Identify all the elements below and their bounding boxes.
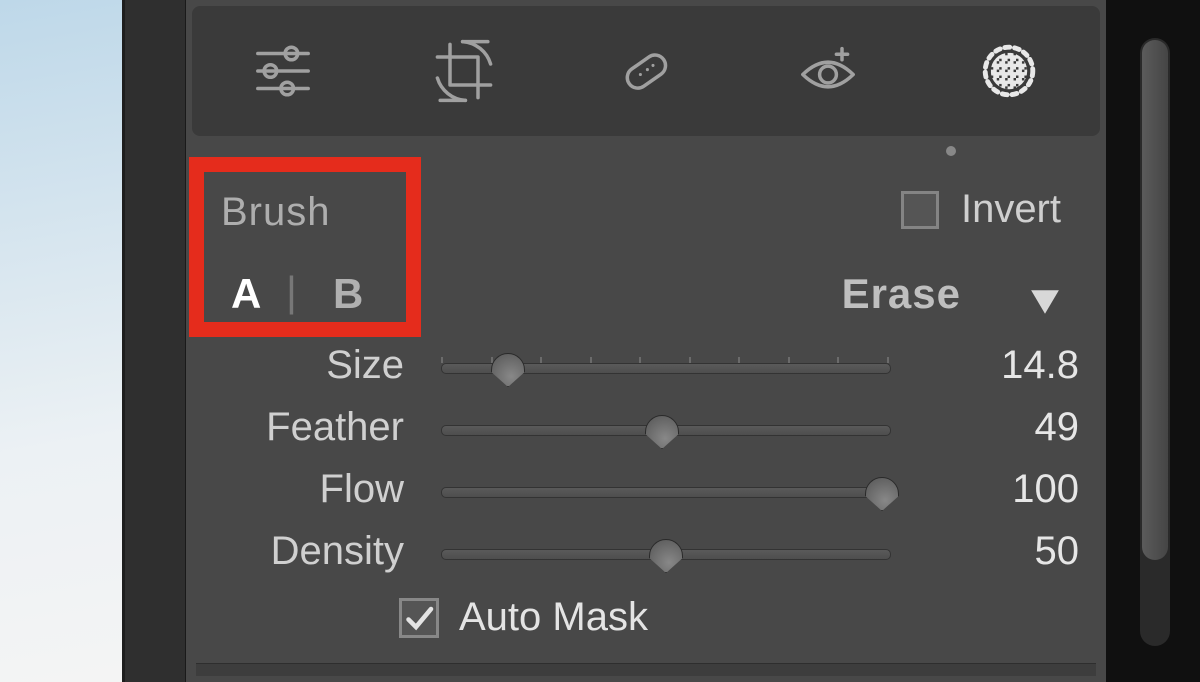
invert-label: Invert <box>961 187 1061 232</box>
brush-tab-a[interactable]: A <box>231 270 261 318</box>
edit-sliders-icon[interactable] <box>243 31 323 111</box>
flow-label: Flow <box>320 467 404 512</box>
masking-icon[interactable] <box>969 31 1049 111</box>
automask-label: Auto Mask <box>459 595 648 640</box>
scrollbar-thumb[interactable] <box>1142 40 1168 560</box>
size-slider[interactable] <box>441 359 891 377</box>
panel-gutter <box>122 0 187 682</box>
active-tool-indicator <box>186 146 1106 156</box>
density-slider[interactable] <box>441 545 891 563</box>
feather-slider-row: Feather 49 <box>201 403 1091 459</box>
size-slider-handle[interactable] <box>491 353 525 387</box>
density-label: Density <box>271 529 404 574</box>
window-frame-right <box>1106 0 1200 682</box>
disclosure-triangle-icon[interactable] <box>1029 278 1061 326</box>
crop-icon[interactable] <box>424 31 504 111</box>
flow-slider-handle[interactable] <box>865 477 899 511</box>
image-preview <box>0 0 122 682</box>
density-slider-handle[interactable] <box>649 539 683 573</box>
flow-slider-row: Flow 100 <box>201 465 1091 521</box>
feather-slider[interactable] <box>441 421 891 439</box>
size-label: Size <box>326 343 404 388</box>
automask-checkbox[interactable] <box>399 598 439 638</box>
tool-strip <box>192 6 1100 136</box>
scrollbar-track[interactable] <box>1140 38 1170 646</box>
flow-slider[interactable] <box>441 483 891 501</box>
brush-section-title: Brush <box>221 190 331 235</box>
brush-tab-b[interactable]: B <box>333 270 363 318</box>
develop-panel: Brush Invert A | B Erase Size <box>186 0 1106 682</box>
feather-slider-handle[interactable] <box>645 415 679 449</box>
panel-divider <box>196 663 1096 676</box>
brush-tab-separator: | <box>286 268 297 316</box>
density-value[interactable]: 50 <box>1035 529 1080 574</box>
flow-value[interactable]: 100 <box>1012 467 1079 512</box>
feather-label: Feather <box>266 405 404 450</box>
redeye-icon[interactable] <box>788 31 868 111</box>
feather-value[interactable]: 49 <box>1035 405 1080 450</box>
size-slider-row: Size 14.8 <box>201 341 1091 397</box>
size-value[interactable]: 14.8 <box>1001 343 1079 388</box>
healing-icon[interactable] <box>606 31 686 111</box>
erase-mode-label[interactable]: Erase <box>842 270 961 318</box>
density-slider-row: Density 50 <box>201 527 1091 583</box>
invert-checkbox[interactable] <box>901 191 939 229</box>
